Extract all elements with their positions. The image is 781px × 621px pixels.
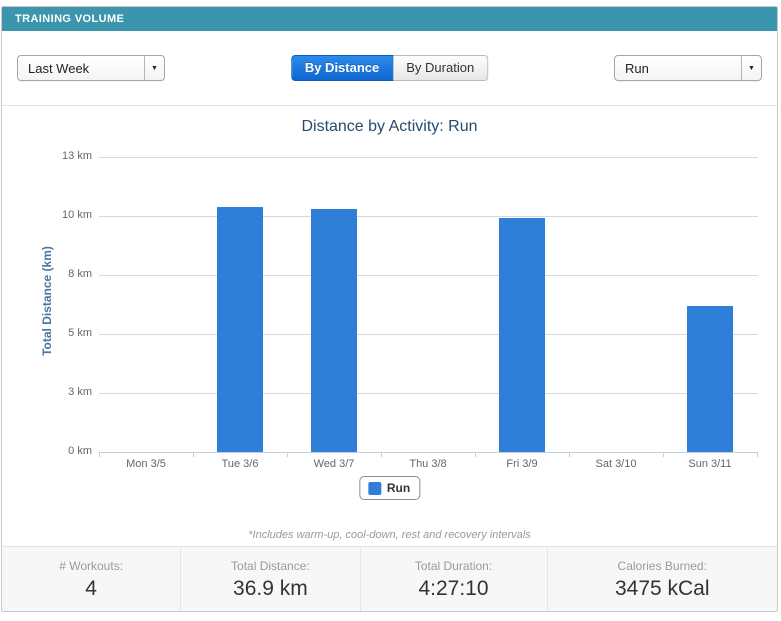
by-distance-button[interactable]: By Distance [290, 55, 394, 81]
period-select[interactable]: Last Week ▼ [17, 55, 165, 81]
stat-value: 3475 kCal [614, 577, 710, 600]
x-axis-tick-mark [381, 453, 382, 457]
x-axis-tick-mark [569, 453, 570, 457]
gridline [99, 393, 758, 394]
x-axis-tick-mark [663, 453, 664, 457]
stat-calories: Calories Burned: 3475 kCal [546, 547, 778, 611]
y-axis-tick-label: 8 km [68, 268, 92, 280]
x-axis-tick-mark [99, 453, 100, 457]
activity-select-value: Run [625, 60, 649, 76]
training-volume-widget: TRAINING VOLUME Last Week ▼ By Distance … [1, 6, 778, 612]
legend-swatch-icon [367, 481, 381, 495]
x-axis-category-label: Mon 3/5 [126, 458, 166, 470]
x-axis-tick-mark [475, 453, 476, 457]
y-axis-tick-label: 3 km [68, 386, 92, 398]
stat-total-distance: Total Distance: 36.9 km [180, 547, 359, 611]
chart-bar[interactable] [687, 306, 733, 452]
stat-label: # Workouts: [59, 559, 124, 573]
chart-area: Distance by Activity: Run Total Distance… [2, 106, 777, 547]
period-select-value: Last Week [28, 60, 90, 76]
chart-title: Distance by Activity: Run [301, 118, 478, 135]
x-axis-category-label: Tue 3/6 [221, 458, 259, 470]
x-axis-tick-mark [757, 453, 758, 457]
gridline [99, 157, 758, 158]
y-axis-tick-label: 5 km [68, 327, 92, 339]
x-axis-category-label: Thu 3/8 [409, 458, 447, 470]
widget-title: TRAINING VOLUME [15, 13, 125, 25]
x-axis-line [99, 452, 758, 453]
x-axis-tick-mark [287, 453, 288, 457]
gridline [99, 216, 758, 217]
chart-legend[interactable]: Run [358, 476, 421, 500]
chevron-down-icon: ▼ [144, 56, 164, 80]
gridline [99, 334, 758, 335]
gridline [99, 275, 758, 276]
x-axis-category-label: Wed 3/7 [313, 458, 355, 470]
y-axis-tick-label: 0 km [68, 445, 92, 457]
stat-label: Total Distance: [231, 559, 310, 573]
stat-value: 4:27:10 [418, 577, 489, 600]
widget-header: TRAINING VOLUME [2, 7, 777, 31]
stat-value: 4 [85, 577, 97, 600]
stat-workouts: # Workouts: 4 [2, 547, 180, 611]
chevron-down-icon: ▼ [741, 56, 761, 80]
chart-footnote: *Includes warm-up, cool-down, rest and r… [248, 529, 531, 541]
summary-footer: # Workouts: 4 Total Distance: 36.9 km To… [2, 547, 778, 611]
x-axis-category-label: Sat 3/10 [595, 458, 637, 470]
stat-value: 36.9 km [233, 577, 308, 600]
x-axis-tick-mark [193, 453, 194, 457]
toolbar: Last Week ▼ By Distance By Duration Run … [2, 31, 777, 106]
x-axis-category-label: Sun 3/11 [688, 458, 732, 470]
view-toggle: By Distance By Duration [290, 55, 489, 81]
chart-bar[interactable] [217, 207, 263, 452]
chart-bar[interactable] [311, 209, 357, 452]
y-axis-tick-label: 13 km [62, 150, 92, 162]
legend-label: Run [386, 481, 411, 495]
y-axis-tick-label: 10 km [62, 209, 92, 221]
chart-bar[interactable] [499, 218, 545, 452]
stat-total-duration: Total Duration: 4:27:10 [359, 547, 547, 611]
activity-select[interactable]: Run ▼ [614, 55, 762, 81]
y-axis-title: Total Distance (km) [40, 246, 54, 356]
stat-label: Calories Burned: [617, 559, 707, 573]
x-axis-category-label: Fri 3/9 [506, 458, 538, 470]
by-duration-button[interactable]: By Duration [393, 55, 489, 81]
stat-label: Total Duration: [414, 559, 493, 573]
